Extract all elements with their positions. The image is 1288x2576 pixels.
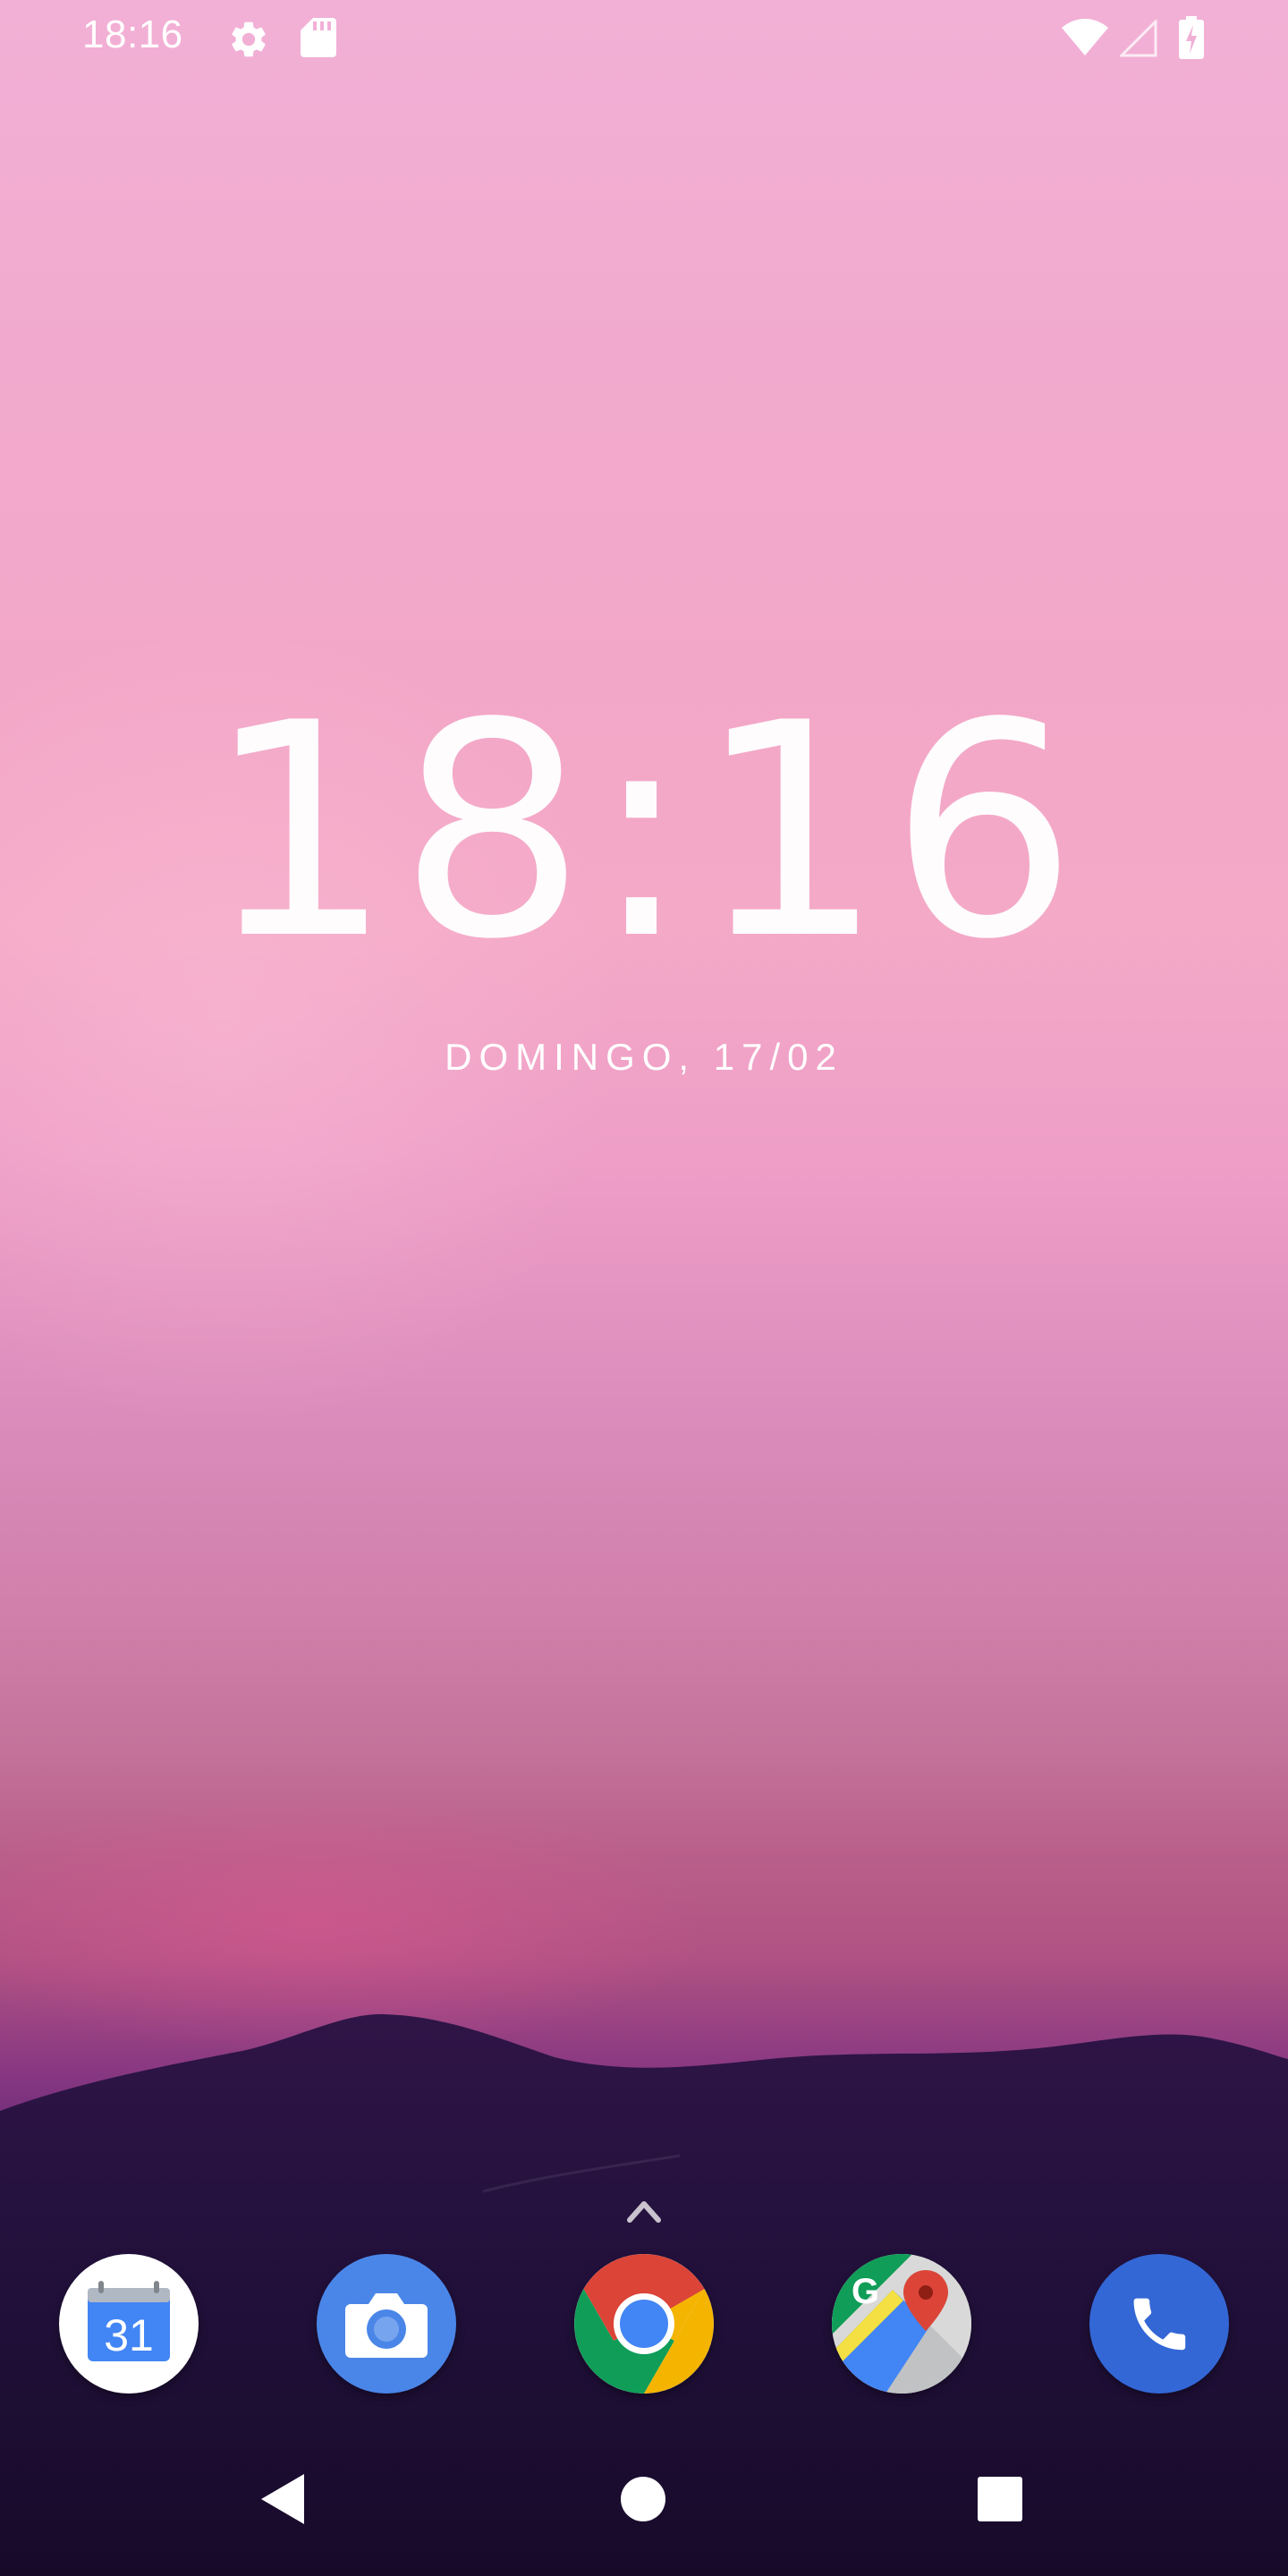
battery-charging-icon	[1179, 16, 1204, 59]
recents-icon[interactable]	[977, 2476, 1023, 2522]
calendar-app-icon[interactable]: 31	[59, 2254, 199, 2394]
cellular-signal-icon	[1120, 20, 1157, 57]
wifi-icon	[1062, 19, 1108, 55]
phone-icon	[1133, 2298, 1186, 2351]
swipe-up-chevron-icon[interactable]	[617, 2193, 671, 2229]
lock-screen: 18:16 18:16 DOMINGO, 17/02 31 G	[0, 0, 1288, 2576]
calendar-day-number: 31	[104, 2310, 154, 2360]
chrome-app-icon[interactable]	[574, 2254, 714, 2394]
lock-screen-date: DOMINGO, 17/02	[445, 1036, 843, 1078]
camera-icon	[345, 2293, 428, 2358]
lock-screen-clock: 18:16	[205, 660, 1083, 1004]
status-bar-time: 18:16	[82, 13, 183, 56]
home-icon[interactable]	[620, 2476, 666, 2522]
maps-g-letter: G	[852, 2272, 880, 2311]
settings-gear-icon	[232, 21, 266, 57]
back-icon[interactable]	[258, 2470, 308, 2528]
maps-app-icon[interactable]: G	[832, 2254, 971, 2394]
status-bar: 18:16	[0, 0, 1288, 75]
phone-app-icon[interactable]	[1089, 2254, 1229, 2394]
chrome-icon	[574, 2254, 714, 2394]
camera-app-icon[interactable]	[317, 2254, 456, 2394]
sd-card-icon	[301, 18, 336, 57]
